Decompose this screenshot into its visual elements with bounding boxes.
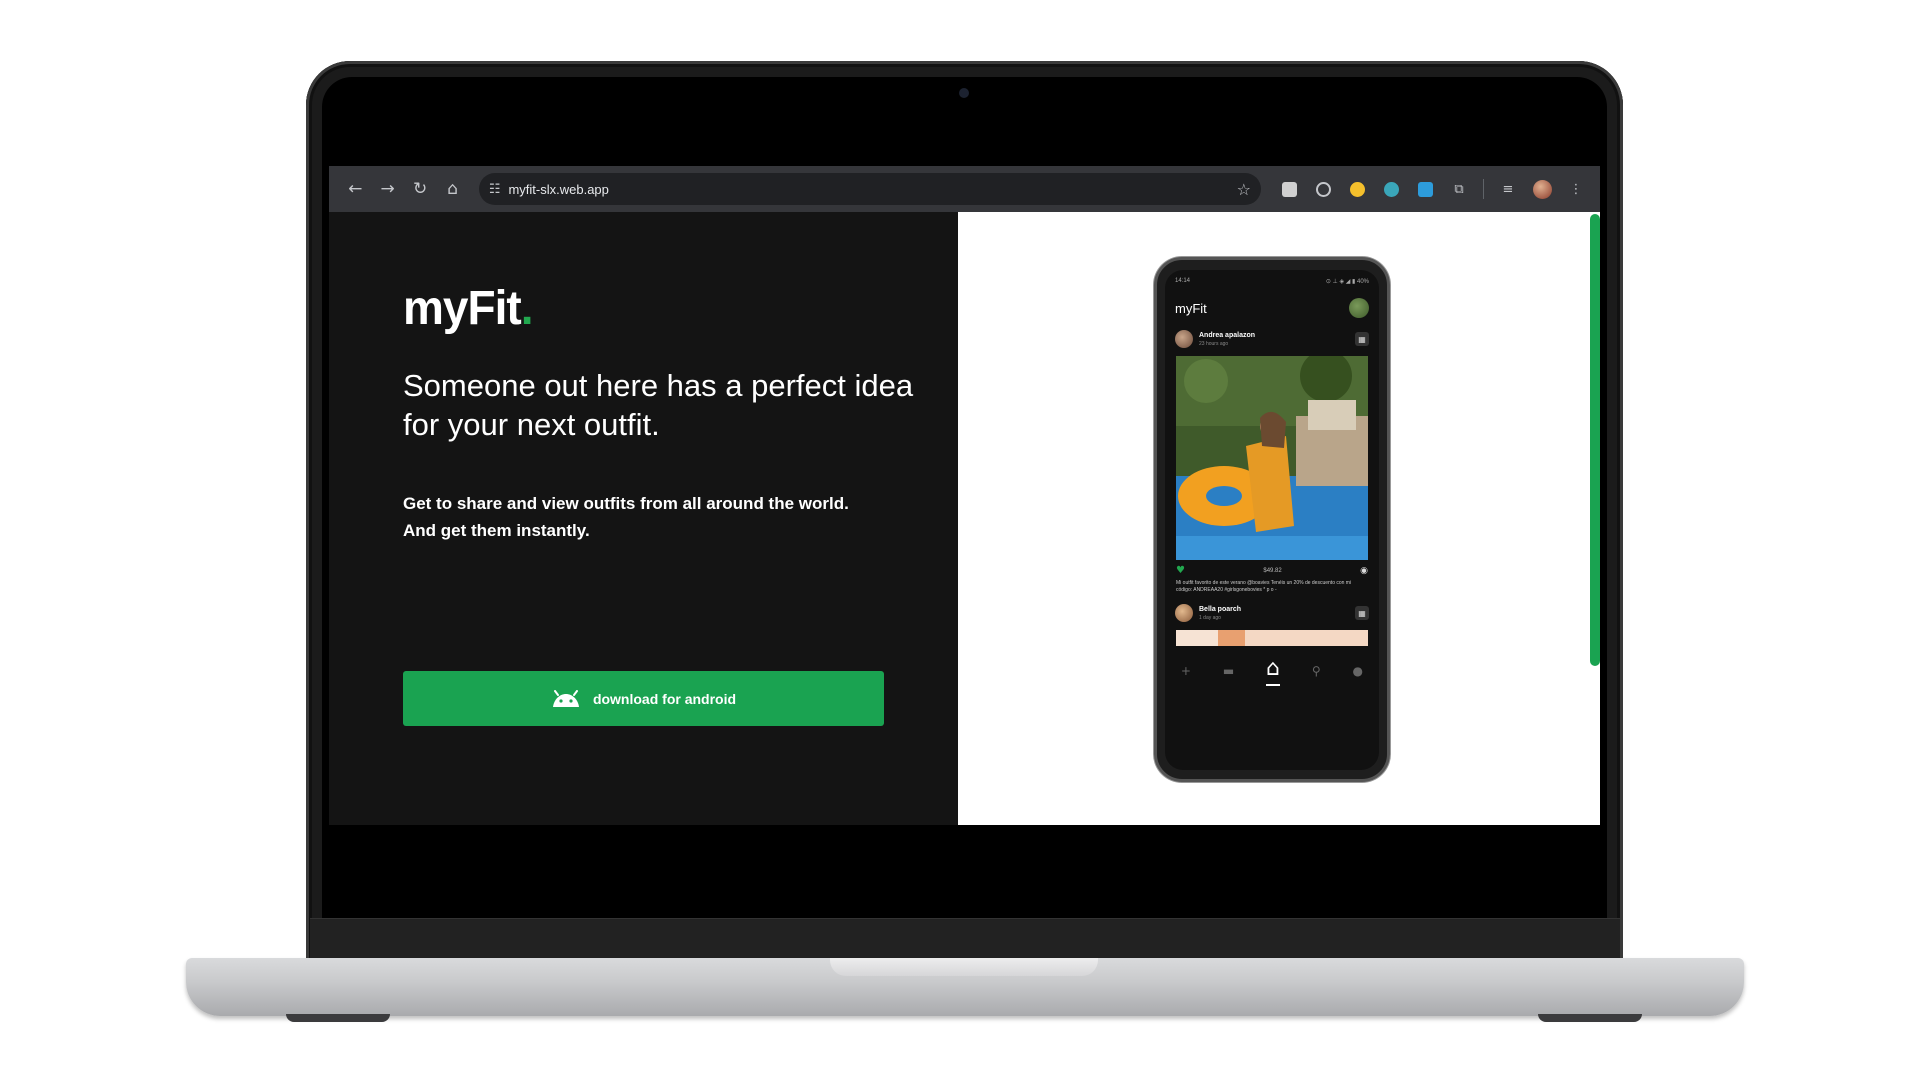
bookmark-star-icon[interactable]: ☆ [1237, 180, 1251, 199]
post-photo-image [1176, 356, 1368, 560]
eye-icon: ◉ [1360, 565, 1368, 576]
post-time: 1 day ago [1199, 614, 1221, 621]
grid-icon: ▦ [1355, 332, 1369, 346]
profile-icon: ● [1352, 664, 1364, 678]
site-settings-icon[interactable]: ☷ [489, 182, 501, 197]
forward-icon[interactable]: → [371, 173, 403, 206]
avatar [1175, 330, 1193, 348]
url-text[interactable]: myfit-slx.web.app [508, 182, 608, 197]
address-bar[interactable]: ☷ myfit-slx.web.app ☆ [478, 173, 1261, 205]
profile-avatar[interactable] [1528, 175, 1556, 203]
extension-icon[interactable] [1411, 175, 1439, 203]
post-photo [1176, 356, 1368, 560]
download-android-button[interactable]: download for android [403, 671, 884, 726]
extension-icon[interactable] [1343, 175, 1371, 203]
reload-icon[interactable]: ↻ [404, 173, 436, 206]
media-icon[interactable]: ≡ [1494, 175, 1522, 203]
logo: myFit. [403, 279, 533, 335]
back-icon[interactable]: ← [339, 173, 371, 206]
post-caption: Mi outfit favorito de este verano @boavi… [1176, 580, 1352, 593]
android-icon [552, 689, 579, 707]
base-notch [830, 958, 1098, 976]
phone-bottom-nav: + ▬ ⌂ ⚲ ● [1165, 650, 1379, 692]
laptop-foot-right [1538, 1014, 1642, 1022]
extensions-row: ⧉ ≡ ⋮ [1275, 175, 1590, 203]
phone-screen: 14:14 ⊙ ⊥ ◈ ◢ ▮ 40% myFit Andrea apalazo… [1165, 270, 1379, 770]
phone-app-bar: myFit [1175, 298, 1369, 318]
lid-hinge [310, 918, 1620, 960]
post-header: Bella poarch 1 day ago ▦ [1175, 604, 1369, 622]
web-page: myFit. Someone out here has a perfect id… [329, 212, 1600, 825]
menu-icon[interactable]: ⋮ [1562, 175, 1590, 203]
heart-icon: ♥ [1176, 565, 1185, 576]
laptop-foot-left [286, 1014, 390, 1022]
grid-icon: ▦ [1355, 606, 1369, 620]
home-icon: ⌂ [1266, 656, 1281, 686]
add-icon: + [1180, 664, 1191, 678]
post-header: Andrea apalazon 23 hours ago ▦ [1175, 330, 1369, 348]
phone-app-name: myFit [1175, 300, 1207, 316]
camera-icon [959, 88, 969, 98]
avatar [1175, 604, 1193, 622]
search-icon: ⚲ [1311, 664, 1321, 678]
phone-profile-avatar [1349, 298, 1369, 318]
puzzle-icon[interactable]: ⧉ [1445, 175, 1473, 203]
post-actions: ♥ $49.82 ◉ [1176, 565, 1368, 576]
hero-panel: myFit. Someone out here has a perfect id… [329, 212, 958, 825]
scrollbar-thumb[interactable] [1590, 214, 1600, 666]
extension-icon[interactable] [1377, 175, 1405, 203]
hero-headline: Someone out here has a perfect idea for … [403, 368, 914, 442]
extension-icon[interactable] [1309, 175, 1337, 203]
post-username: Andrea apalazon [1199, 331, 1256, 339]
chat-icon: ▬ [1222, 664, 1235, 678]
post-username: Bella poarch [1199, 605, 1242, 613]
preview-panel: 14:14 ⊙ ⊥ ◈ ◢ ▮ 40% myFit Andrea apalazo… [958, 212, 1600, 825]
phone-status-bar: 14:14 ⊙ ⊥ ◈ ◢ ▮ 40% [1175, 278, 1369, 285]
post-photo [1176, 630, 1368, 646]
post-price: $49.82 [1263, 567, 1282, 574]
home-icon[interactable]: ⌂ [436, 173, 468, 206]
hero-subtext: Get to share and view outfits from all a… [403, 494, 849, 540]
post-time: 23 hours ago [1199, 340, 1229, 347]
phone-mockup: 14:14 ⊙ ⊥ ◈ ◢ ▮ 40% myFit Andrea apalazo… [1154, 257, 1390, 782]
browser-toolbar: ← → ↻ ⌂ ☷ myfit-slx.web.app ☆ ⧉ ≡ ⋮ [329, 166, 1600, 212]
extension-icon[interactable] [1275, 175, 1303, 203]
